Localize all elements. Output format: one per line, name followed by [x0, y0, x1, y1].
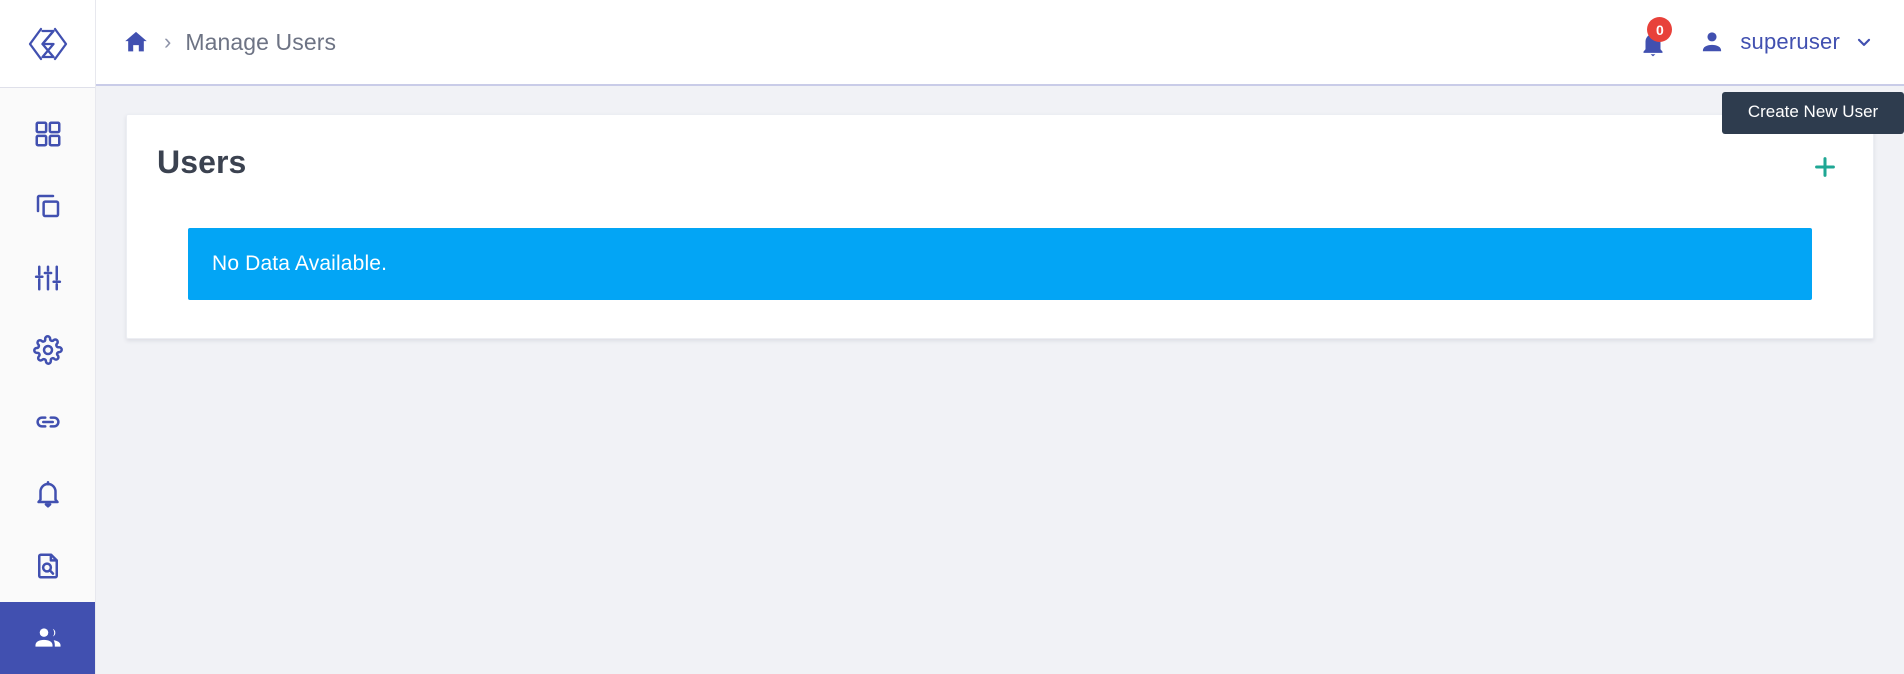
sidebar: [0, 0, 96, 674]
chevron-down-icon: [1857, 38, 1871, 47]
add-user-button[interactable]: [1807, 149, 1843, 185]
user-name-label: superuser: [1740, 29, 1840, 54]
main-column: › Manage Users 0 superuser Create New Us…: [96, 0, 1904, 674]
notification-count-badge: 0: [1647, 17, 1673, 42]
no-data-alert-message: No Data Available.: [212, 252, 388, 275]
home-icon: [125, 31, 147, 52]
sliders-tune-icon: [34, 265, 61, 291]
document-search-icon: [37, 553, 58, 579]
notifications-button[interactable]: 0: [1638, 17, 1673, 59]
plus-icon: [1815, 157, 1835, 177]
sidebar-item-settings[interactable]: [0, 314, 95, 386]
avatar: [1698, 28, 1726, 56]
sidebar-item-links[interactable]: [0, 386, 95, 458]
link-chain-icon: [35, 416, 60, 428]
header-actions: 0 superuser: [1638, 17, 1874, 59]
brand-logo-icon: [28, 27, 67, 60]
users-card: Users No Data Available.: [126, 114, 1874, 339]
sidebar-item-projects[interactable]: [0, 170, 95, 242]
breadcrumb-separator: ›: [164, 29, 172, 54]
user-menu[interactable]: superuser: [1698, 28, 1874, 56]
layers-copy-icon: [36, 194, 59, 218]
people-icon: [34, 628, 61, 647]
app-root: › Manage Users 0 superuser Create New Us…: [0, 0, 1904, 674]
sidebar-item-alerts[interactable]: [0, 458, 95, 530]
breadcrumb-current-page: Manage Users: [185, 28, 337, 55]
sidebar-item-reports[interactable]: [0, 530, 95, 602]
sidebar-item-tuning[interactable]: [0, 242, 95, 314]
breadcrumb: › Manage Users: [122, 28, 336, 56]
users-card-header: Users: [155, 139, 1845, 185]
bell-icon: [36, 481, 59, 508]
brand-logo[interactable]: [0, 0, 95, 88]
sidebar-item-dashboard[interactable]: [0, 98, 95, 170]
page-title: Users: [157, 144, 247, 180]
grid-dashboard-icon: [35, 121, 60, 147]
user-menu-caret[interactable]: [1854, 32, 1874, 52]
no-data-alert: No Data Available.: [188, 228, 1812, 300]
content-area: Users No Data Available.: [96, 86, 1904, 674]
top-header: › Manage Users 0 superuser Create New Us…: [96, 0, 1904, 135]
person-icon: [1703, 32, 1722, 52]
sidebar-nav: [0, 88, 95, 674]
sidebar-item-users[interactable]: [0, 602, 95, 674]
breadcrumb-home-link[interactable]: [122, 28, 150, 56]
gear-icon: [32, 335, 63, 365]
